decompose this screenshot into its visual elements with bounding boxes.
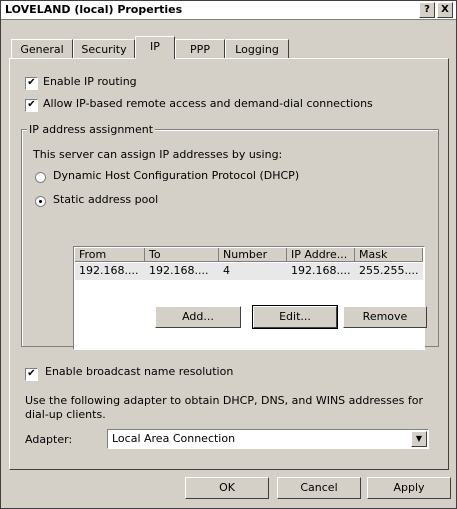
address-pool-table[interactable]: From To Number IP Addre... Mask 192.168.… bbox=[73, 246, 425, 350]
ok-button[interactable]: OK bbox=[185, 477, 269, 499]
static-pool-label: Static address pool bbox=[53, 193, 159, 206]
remove-button[interactable]: Remove bbox=[343, 306, 427, 328]
row-ip-address: 192.168.... bbox=[291, 264, 351, 277]
column-header-from[interactable]: From bbox=[75, 248, 145, 262]
help-button[interactable]: ? bbox=[419, 2, 435, 18]
radio-selected-dot bbox=[39, 200, 42, 203]
chevron-down-icon[interactable]: ▼ bbox=[411, 431, 427, 447]
column-header-to[interactable]: To bbox=[145, 248, 219, 262]
tab-ip[interactable]: IP bbox=[135, 36, 175, 59]
dhcp-radio[interactable] bbox=[35, 172, 46, 183]
properties-dialog: LOVELAND (local) Properties ? X General … bbox=[0, 0, 457, 509]
adapter-description: Use the following adapter to obtain DHCP… bbox=[25, 394, 423, 421]
tab-logging[interactable]: Logging bbox=[225, 39, 289, 59]
assign-description: This server can assign IP addresses by u… bbox=[33, 148, 283, 161]
apply-button[interactable]: Apply bbox=[367, 477, 451, 499]
static-pool-radio[interactable] bbox=[35, 196, 46, 207]
table-row[interactable]: 192.168.... 192.168.... 4 192.168.... 25… bbox=[75, 263, 423, 280]
edit-button[interactable]: Edit... bbox=[252, 305, 338, 329]
row-to: 192.168.... bbox=[149, 264, 209, 277]
row-number: 4 bbox=[223, 264, 230, 277]
row-from: 192.168.... bbox=[79, 264, 139, 277]
allow-remote-access-checkbox[interactable]: ✔ bbox=[25, 99, 38, 112]
tab-general[interactable]: General bbox=[11, 39, 73, 59]
dhcp-label: Dynamic Host Configuration Protocol (DHC… bbox=[53, 169, 300, 182]
adapter-selected-value: Local Area Connection bbox=[112, 432, 236, 445]
enable-ip-routing-label: Enable IP routing bbox=[43, 75, 137, 88]
ip-assignment-group-title: IP address assignment bbox=[27, 123, 156, 136]
tab-ppp[interactable]: PPP bbox=[175, 39, 225, 59]
window-title: LOVELAND (local) Properties bbox=[5, 3, 183, 16]
add-button[interactable]: Add... bbox=[155, 306, 241, 328]
column-header-ip-address[interactable]: IP Addre... bbox=[287, 248, 355, 262]
broadcast-name-resolution-label: Enable broadcast name resolution bbox=[45, 365, 234, 378]
cancel-button[interactable]: Cancel bbox=[277, 477, 361, 499]
adapter-label: Adapter: bbox=[25, 433, 73, 446]
tab-security[interactable]: Security bbox=[73, 39, 135, 59]
column-header-mask[interactable]: Mask bbox=[355, 248, 423, 262]
close-button[interactable]: X bbox=[437, 2, 453, 18]
column-header-number[interactable]: Number bbox=[219, 248, 287, 262]
broadcast-name-resolution-checkbox[interactable]: ✔ bbox=[25, 368, 38, 381]
adapter-select[interactable]: Local Area Connection ▼ bbox=[107, 429, 429, 449]
enable-ip-routing-checkbox[interactable]: ✔ bbox=[25, 77, 38, 90]
title-bar: LOVELAND (local) Properties ? X bbox=[1, 1, 456, 20]
row-mask: 255.255.... bbox=[359, 264, 419, 277]
allow-remote-access-label: Allow IP-based remote access and demand-… bbox=[43, 97, 373, 110]
